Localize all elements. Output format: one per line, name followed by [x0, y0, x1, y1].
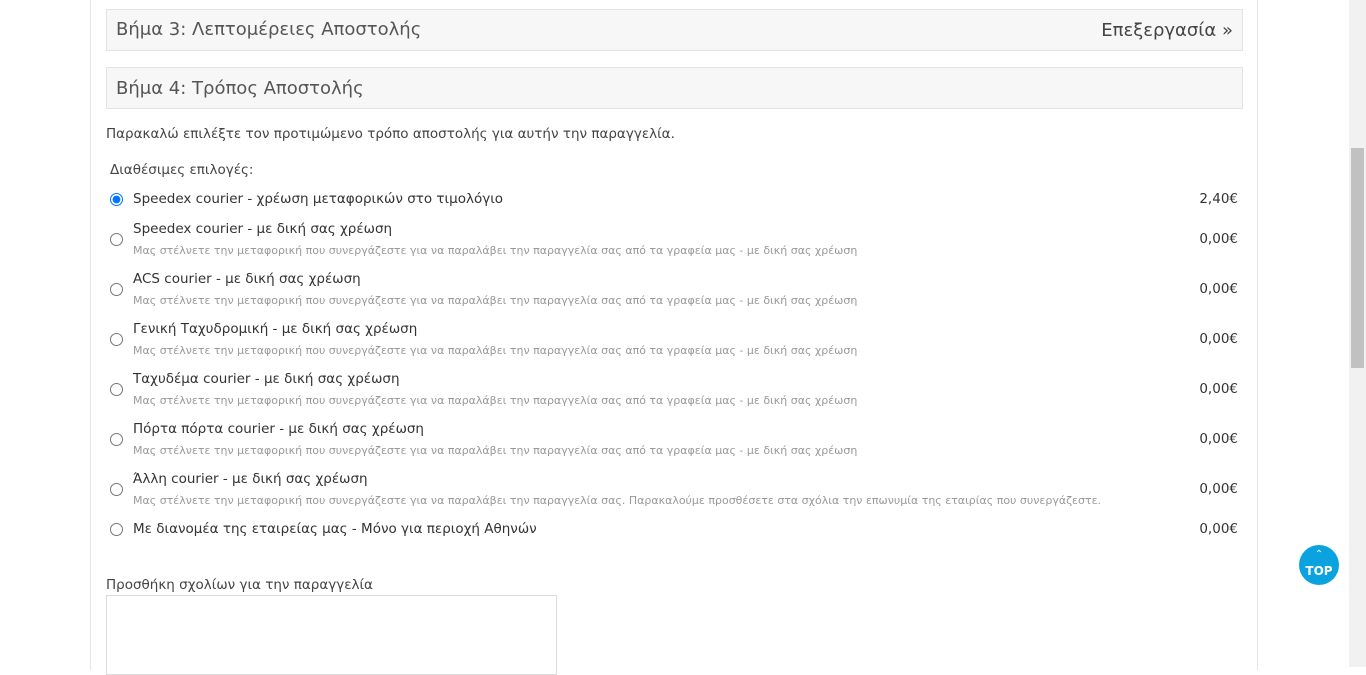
shipping-option-title: Πόρτα πόρτα courier - με δική σας χρέωση [133, 421, 424, 437]
step4-title: Βήμα 4: Τρόπος Αποστολής [116, 78, 364, 99]
shipping-option-radio[interactable] [110, 333, 123, 346]
shipping-option-radio[interactable] [110, 433, 123, 446]
step3-edit-link[interactable]: Επεξεργασία » [1101, 10, 1233, 52]
shipping-option-radio[interactable] [110, 523, 123, 536]
shipping-option-price: 0,00€ [1199, 331, 1238, 347]
shipping-option-description: Μας στέλνετε την μεταφορική που συνεργάζ… [133, 444, 858, 457]
chevron-up-icon: ⌃ [1314, 549, 1324, 560]
back-to-top-button[interactable]: ⌃ TOP [1299, 545, 1339, 585]
shipping-intro-text: Παρακαλώ επιλέξτε τον προτιμώμενο τρόπο … [106, 126, 675, 142]
shipping-option-title: Speedex courier - χρέωση μεταφορικών στο… [133, 191, 504, 207]
step3-title: Βήμα 3: Λεπτομέρειες Αποστολής [116, 19, 422, 40]
shipping-option-price: 0,00€ [1199, 521, 1238, 537]
step4-panel: Βήμα 4: Τρόπος Αποστολής [106, 67, 1243, 109]
shipping-option-price: 0,00€ [1199, 231, 1238, 247]
shipping-option-title: ACS courier - με δική σας χρέωση [133, 271, 361, 287]
comments-label: Προσθήκη σχολίων για την παραγγελία [106, 577, 373, 593]
shipping-option-radio[interactable] [110, 283, 123, 296]
available-options-label: Διαθέσιμες επιλογές: [110, 162, 254, 178]
comments-textarea[interactable] [106, 595, 557, 675]
shipping-option-title: Speedex courier - με δική σας χρέωση [133, 221, 393, 237]
shipping-option-radio[interactable] [110, 383, 123, 396]
shipping-option-price: 0,00€ [1199, 281, 1238, 297]
shipping-option-radio[interactable] [110, 193, 123, 206]
shipping-option-description: Μας στέλνετε την μεταφορική που συνεργάζ… [133, 244, 858, 257]
shipping-option-description: Μας στέλνετε την μεταφορική που συνεργάζ… [133, 494, 1102, 507]
shipping-option-price: 0,00€ [1199, 381, 1238, 397]
page-scrollbar-thumb[interactable] [1351, 148, 1364, 368]
shipping-option-radio[interactable] [110, 483, 123, 496]
shipping-option-description: Μας στέλνετε την μεταφορική που συνεργάζ… [133, 294, 858, 307]
shipping-option-title: Άλλη courier - με δική σας χρέωση [133, 471, 368, 487]
shipping-option-price: 0,00€ [1199, 481, 1238, 497]
shipping-option-price: 0,00€ [1199, 431, 1238, 447]
shipping-option-title: Με διανομέα της εταιρείας μας - Μόνο για… [133, 521, 537, 537]
shipping-option-title: Γενική Ταχυδρομική - με δική σας χρέωση [133, 321, 418, 337]
back-to-top-label: TOP [1305, 564, 1333, 578]
shipping-option-title: Ταχυδέμα courier - με δική σας χρέωση [133, 371, 400, 387]
shipping-option-radio[interactable] [110, 233, 123, 246]
shipping-option-description: Μας στέλνετε την μεταφορική που συνεργάζ… [133, 394, 858, 407]
shipping-option-description: Μας στέλνετε την μεταφορική που συνεργάζ… [133, 344, 858, 357]
shipping-option-price: 2,40€ [1199, 191, 1238, 207]
step3-panel: Βήμα 3: Λεπτομέρειες Αποστολής Επεξεργασ… [106, 9, 1243, 51]
